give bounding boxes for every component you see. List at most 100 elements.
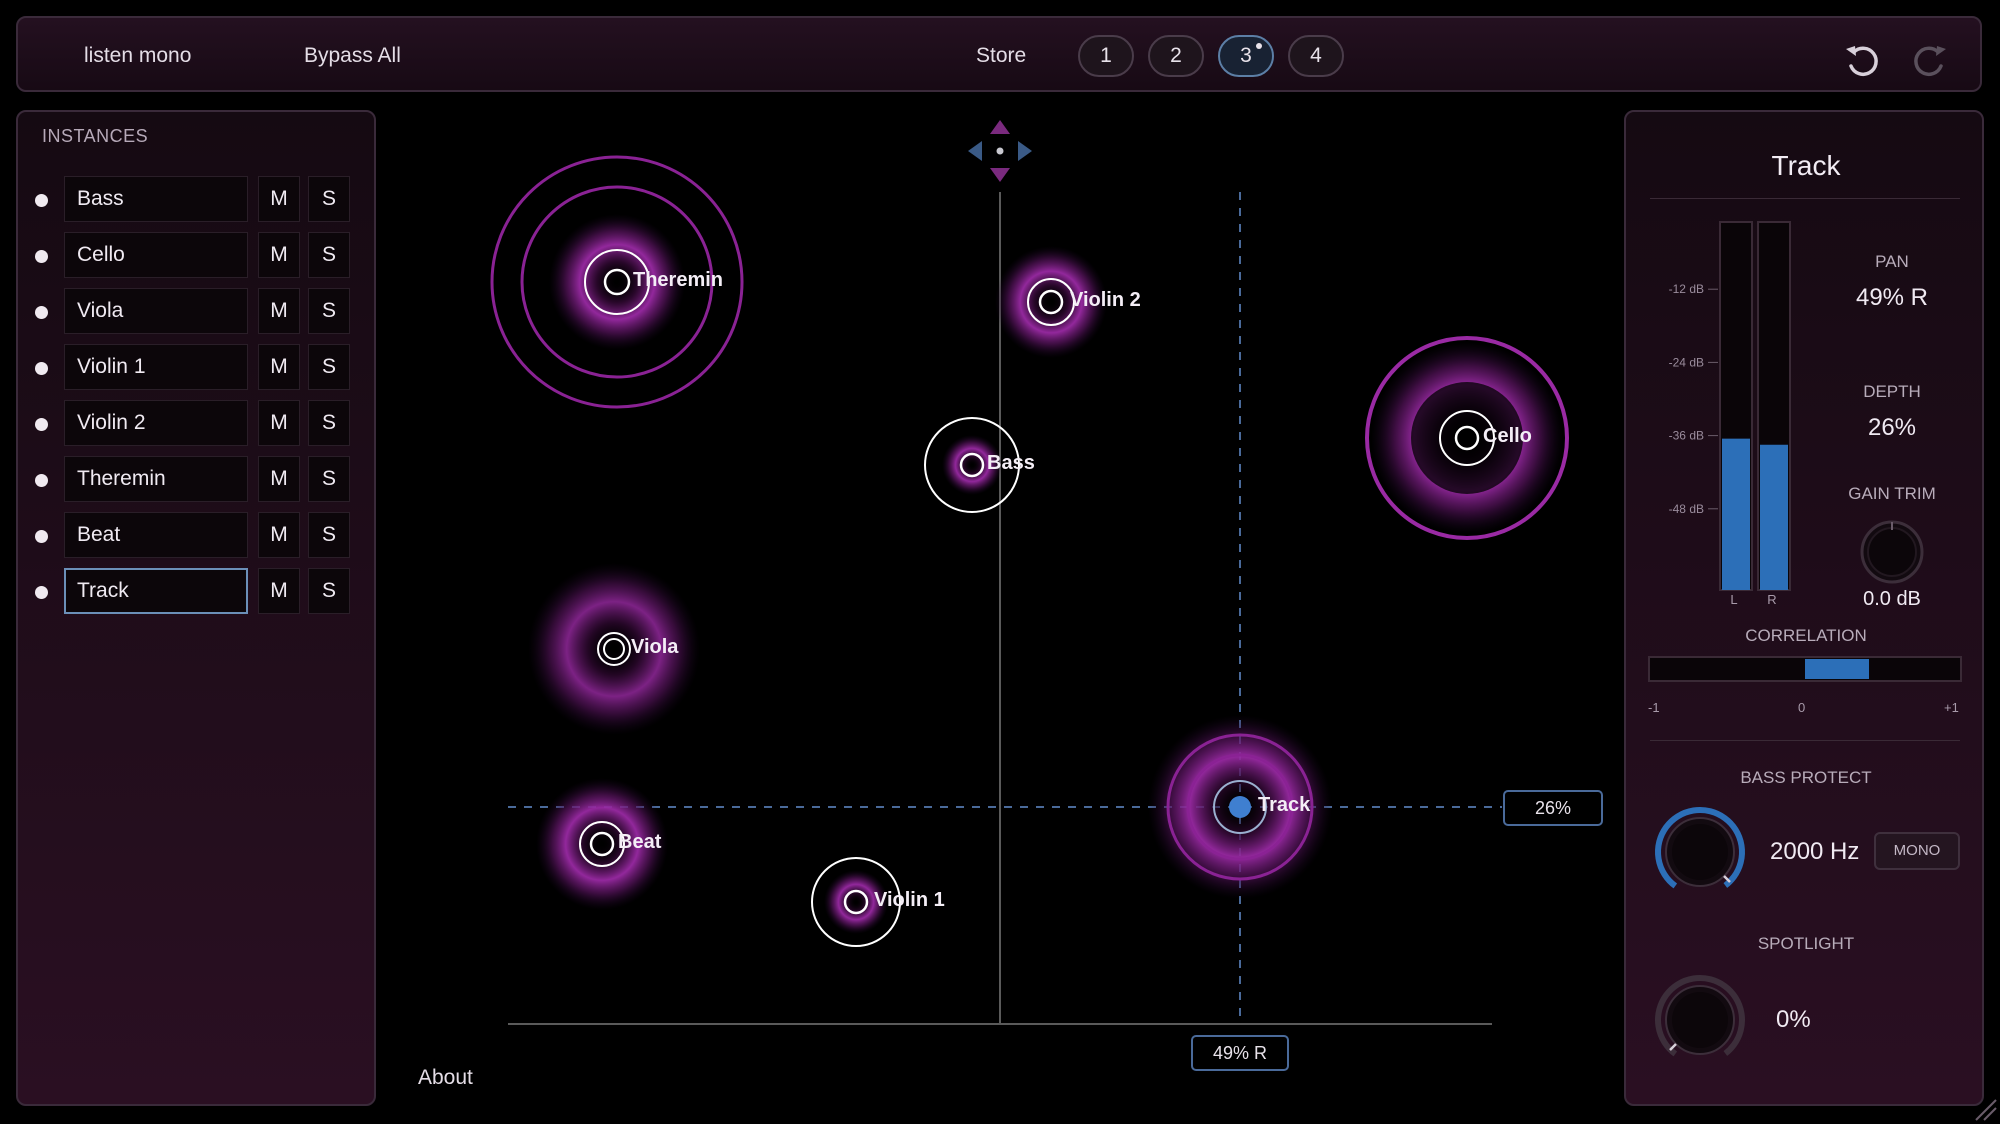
correlation-mid: 0 bbox=[1798, 700, 1806, 715]
redo-icon[interactable] bbox=[1910, 40, 1950, 80]
mute-button[interactable]: M bbox=[258, 400, 300, 446]
depth-readout: 26% bbox=[1503, 790, 1603, 826]
instance-name-field[interactable]: Viola bbox=[64, 288, 248, 334]
meter-channel-right: R bbox=[1767, 592, 1777, 607]
snapshot-slot-3[interactable]: 3 bbox=[1218, 35, 1274, 77]
solo-button[interactable]: S bbox=[308, 512, 350, 558]
mute-button[interactable]: M bbox=[258, 512, 300, 558]
mute-button[interactable]: M bbox=[258, 232, 300, 278]
spotlight-knob[interactable] bbox=[1652, 972, 1748, 1068]
meter-scale-label: -48 dB bbox=[1669, 502, 1704, 516]
source-cello[interactable]: Cello bbox=[1365, 336, 1569, 540]
instance-row[interactable]: Cello M S bbox=[18, 232, 378, 280]
gain-trim-knob[interactable] bbox=[1854, 514, 1930, 590]
meter-bar-left bbox=[1722, 438, 1750, 590]
solo-button[interactable]: S bbox=[308, 344, 350, 390]
stereo-field[interactable]: Theremin Violin 2 Bass Cello Viola Track… bbox=[380, 96, 1620, 1106]
instance-color-dot bbox=[35, 250, 48, 263]
detail-panel: Track -12 dB -24 dB -36 dB -48 dB L R PAN 4… bbox=[1624, 110, 1984, 1106]
instance-row[interactable]: Beat M S bbox=[18, 512, 378, 560]
bass-protect-value: 2000 Hz bbox=[1770, 838, 1860, 865]
source-beat[interactable]: Beat bbox=[536, 778, 668, 910]
instance-name-field[interactable]: Theremin bbox=[64, 456, 248, 502]
source-track[interactable]: Track bbox=[1148, 715, 1332, 899]
source-label-track: Track bbox=[1258, 794, 1311, 816]
solo-button[interactable]: S bbox=[308, 288, 350, 334]
correlation-bar bbox=[1805, 659, 1869, 679]
source-label-violin-1: Violin 1 bbox=[874, 889, 945, 911]
solo-button[interactable]: S bbox=[308, 232, 350, 278]
instance-color-dot bbox=[35, 418, 48, 431]
correlation-meter bbox=[1648, 656, 1962, 682]
snapshot-slot-2[interactable]: 2 bbox=[1148, 35, 1204, 77]
depth-value[interactable]: 26% bbox=[1812, 414, 1972, 442]
pan-value[interactable]: 49% R bbox=[1812, 284, 1972, 312]
instance-row[interactable]: Viola M S bbox=[18, 288, 378, 336]
solo-button[interactable]: S bbox=[308, 400, 350, 446]
solo-button[interactable]: S bbox=[308, 568, 350, 614]
snapshot-slot-3-label: 3 bbox=[1240, 44, 1252, 67]
mute-button[interactable]: M bbox=[258, 288, 300, 334]
instance-row[interactable]: Violin 2MS bbox=[18, 400, 378, 448]
source-viola[interactable]: Viola bbox=[528, 563, 700, 735]
instance-row[interactable]: Track M S bbox=[18, 568, 378, 616]
source-label-bass: Bass bbox=[987, 452, 1035, 474]
mute-button[interactable]: M bbox=[258, 456, 300, 502]
instance-color-dot bbox=[35, 586, 48, 599]
snapshot-slot-4[interactable]: 4 bbox=[1288, 35, 1344, 77]
mute-button[interactable]: M bbox=[258, 176, 300, 222]
source-label-viola: Viola bbox=[631, 636, 679, 658]
instance-row[interactable]: Theremin M S bbox=[18, 456, 378, 504]
meter-channel-left: L bbox=[1730, 592, 1738, 607]
undo-icon[interactable] bbox=[1842, 40, 1882, 80]
about-link[interactable]: About bbox=[418, 1066, 473, 1090]
divider bbox=[1650, 740, 1960, 741]
instance-name-field[interactable]: Beat bbox=[64, 512, 248, 558]
source-label-cello: Cello bbox=[1483, 425, 1532, 447]
source-violin-1[interactable]: Violin 1 bbox=[811, 857, 945, 947]
instance-name-field[interactable]: Track bbox=[64, 568, 248, 614]
app-window: listen mono Bypass All Store 1 2 3 4 INS… bbox=[0, 0, 2000, 1124]
solo-button[interactable]: S bbox=[308, 456, 350, 502]
instance-name-field[interactable]: Bass bbox=[64, 176, 248, 222]
listen-mono-button[interactable]: listen mono bbox=[84, 44, 191, 68]
instances-panel: INSTANCES Bass M S Cello M S Viola M S Violin 1MS… bbox=[16, 110, 376, 1106]
bypass-all-button[interactable]: Bypass All bbox=[304, 44, 401, 68]
pan-readout-text: 49% R bbox=[1213, 1043, 1267, 1063]
gain-trim-label: GAIN TRIM bbox=[1848, 484, 1936, 503]
instance-color-dot bbox=[35, 194, 48, 207]
snapshot-slot-1[interactable]: 1 bbox=[1078, 35, 1134, 77]
correlation-label: CORRELATION bbox=[1745, 626, 1867, 645]
gain-trim-value: 0.0 dB bbox=[1863, 588, 1921, 610]
instance-color-dot bbox=[35, 306, 48, 319]
bass-protect-knob[interactable] bbox=[1652, 804, 1748, 900]
pan-readout: 49% R bbox=[1191, 1035, 1289, 1071]
solo-button[interactable]: S bbox=[308, 176, 350, 222]
source-label-violin-2: Violin 2 bbox=[1070, 289, 1141, 311]
instance-color-dot bbox=[35, 474, 48, 487]
spotlight-value: 0% bbox=[1776, 1006, 1811, 1033]
spotlight-label: SPOTLIGHT bbox=[1757, 934, 1855, 953]
meter-scale-label: -24 dB bbox=[1669, 355, 1704, 369]
level-meter: -12 dB -24 dB -36 dB -48 dB bbox=[1669, 221, 1791, 591]
instance-name-field[interactable]: Cello bbox=[64, 232, 248, 278]
source-theremin[interactable]: Theremin bbox=[490, 155, 744, 409]
correlation-max: +1 bbox=[1944, 700, 1959, 715]
instance-name-field[interactable]: Violin 1 bbox=[64, 344, 248, 390]
store-label: Store bbox=[976, 44, 1027, 67]
instance-row[interactable]: Violin 1MS bbox=[18, 344, 378, 392]
source-violin-2[interactable]: Violin 2 bbox=[995, 246, 1141, 358]
move-arrows-icon[interactable] bbox=[968, 120, 1032, 182]
instance-color-dot bbox=[35, 530, 48, 543]
instance-color-dot bbox=[35, 362, 48, 375]
bass-protect-label: BASS PROTECT bbox=[1740, 768, 1872, 787]
meter-scale-label: -12 dB bbox=[1669, 282, 1704, 296]
instance-name-field[interactable]: Violin 2 bbox=[64, 400, 248, 446]
mono-button[interactable]: MONO bbox=[1874, 832, 1960, 870]
mute-button[interactable]: M bbox=[258, 344, 300, 390]
instance-row[interactable]: Bass M S bbox=[18, 176, 378, 224]
source-bass[interactable]: Bass bbox=[924, 417, 1035, 513]
mute-button[interactable]: M bbox=[258, 568, 300, 614]
resize-handle[interactable] bbox=[1968, 1092, 1998, 1122]
meter-scale-label: -36 dB bbox=[1669, 429, 1704, 443]
